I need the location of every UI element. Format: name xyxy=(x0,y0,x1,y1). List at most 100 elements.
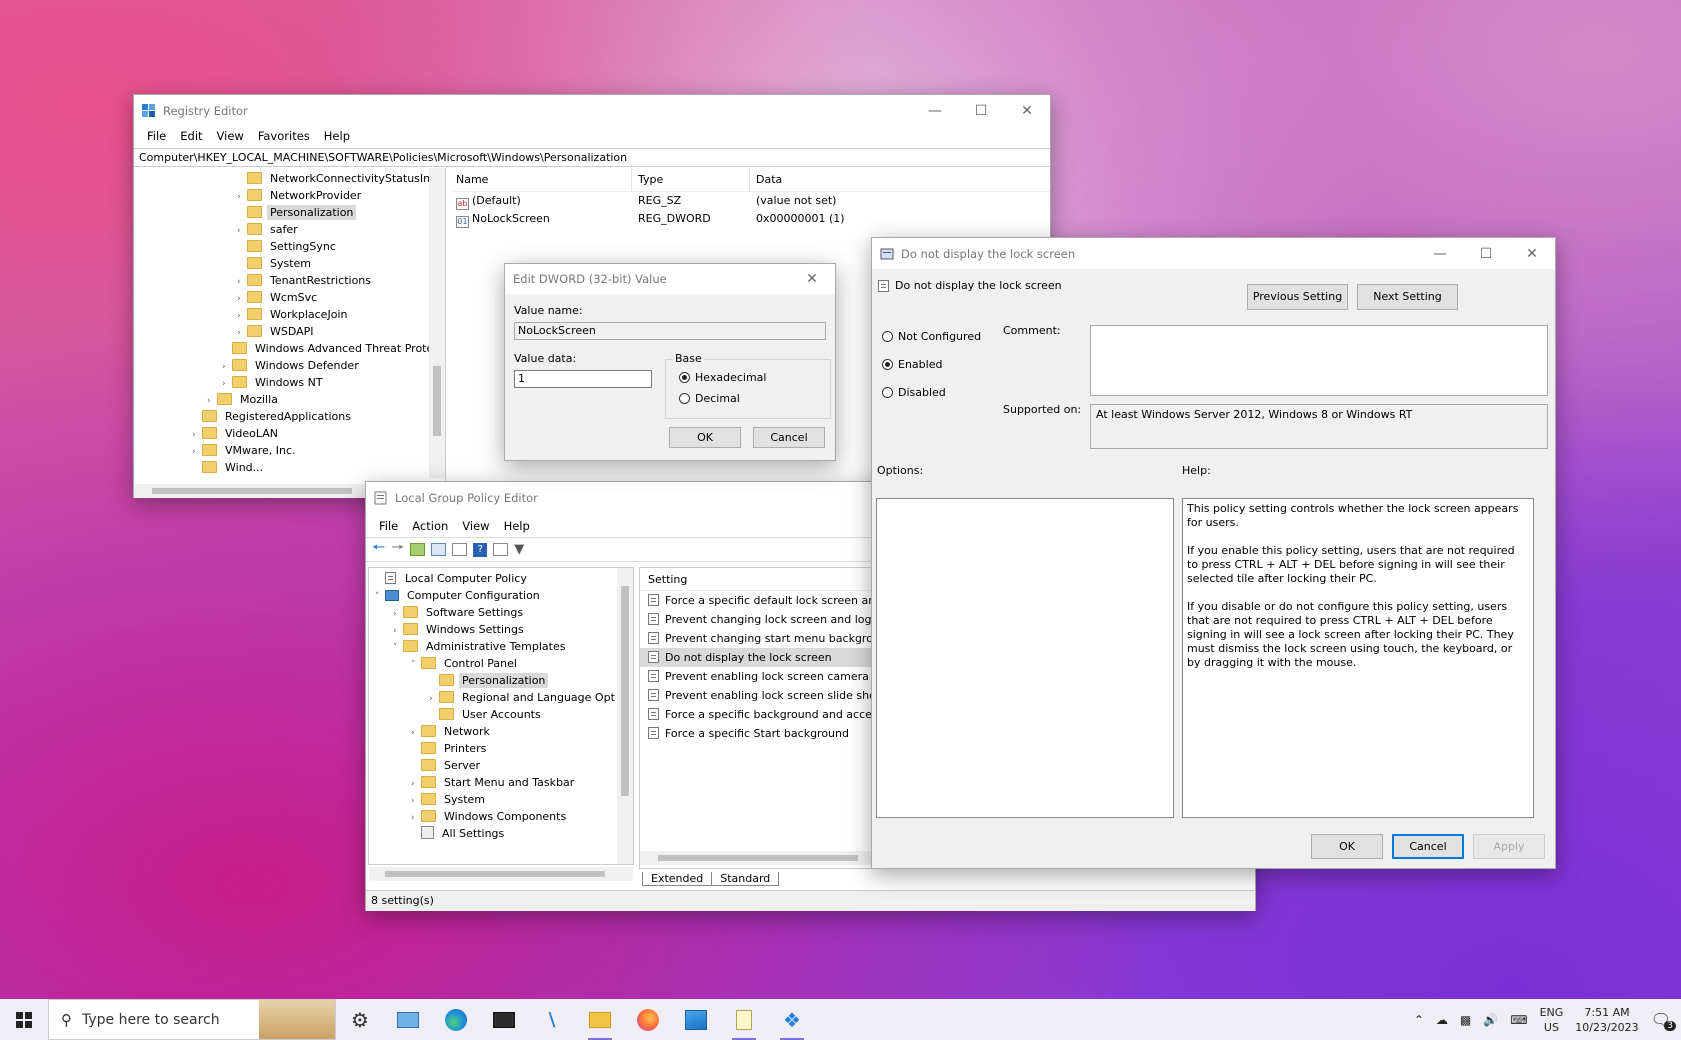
decimal-radio[interactable]: Decimal xyxy=(679,392,740,405)
column-name[interactable]: Name xyxy=(450,168,632,191)
volume-icon[interactable]: 🔊 xyxy=(1483,1013,1498,1027)
properties-icon[interactable] xyxy=(493,543,509,556)
policy-apply-button[interactable]: Apply xyxy=(1473,834,1545,859)
show-hide-tree-icon[interactable] xyxy=(431,543,447,556)
taskbar-vscode-icon[interactable]: ⧵ xyxy=(528,999,576,1040)
policy-tree-item[interactable]: ˅ Administrative Templates xyxy=(369,638,633,655)
enabled-dot[interactable] xyxy=(882,359,893,370)
menu-view[interactable]: View xyxy=(210,129,251,143)
registry-tree-vscroll[interactable] xyxy=(429,168,445,478)
policy-maximize-icon[interactable]: ☐ xyxy=(1463,246,1509,262)
registry-tree-item[interactable]: › Windows Defender xyxy=(134,357,445,374)
registry-tree-item[interactable]: › WorkplaceJoin xyxy=(134,306,445,323)
policy-tree-item[interactable]: Server xyxy=(369,757,633,774)
close-icon[interactable]: ✕ xyxy=(1004,103,1050,119)
taskbar-file-explorer-icon[interactable] xyxy=(576,999,624,1040)
value-name-field[interactable]: NoLockScreen xyxy=(514,322,826,340)
dword-close-icon[interactable]: ✕ xyxy=(789,271,835,287)
value-data-field[interactable]: 1 xyxy=(514,370,652,388)
clock[interactable]: 7:51 AM 10/23/2023 xyxy=(1575,1005,1638,1035)
hexadecimal-radio[interactable]: Hexadecimal xyxy=(679,371,766,384)
not-configured-radio[interactable]: Not Configured xyxy=(882,330,981,343)
registry-tree-item[interactable]: › Mozilla xyxy=(134,391,445,408)
expand-chevron-icon[interactable]: ˅ xyxy=(375,589,385,606)
taskbar-terminal-icon[interactable] xyxy=(480,999,528,1040)
policy-tree-item[interactable]: User Accounts xyxy=(369,706,633,723)
registry-address-bar[interactable]: Computer\HKEY_LOCAL_MACHINE\SOFTWARE\Pol… xyxy=(134,148,1050,167)
taskbar-photos-icon[interactable] xyxy=(672,999,720,1040)
back-icon[interactable]: 🠔 xyxy=(372,537,385,562)
minimize-icon[interactable]: — xyxy=(912,103,958,119)
taskbar-firefox-icon[interactable] xyxy=(624,999,672,1040)
policy-cancel-button[interactable]: Cancel xyxy=(1392,834,1464,859)
keyboard-icon[interactable]: ⌨ xyxy=(1510,1013,1527,1027)
column-type[interactable]: Type xyxy=(632,168,750,191)
filter-icon[interactable]: ▼ xyxy=(514,542,524,557)
registry-tree-item[interactable]: › NetworkProvider xyxy=(134,187,445,204)
comment-textbox[interactable] xyxy=(1090,325,1548,396)
registry-tree-item[interactable]: › WSDAPI xyxy=(134,323,445,340)
menu-view[interactable]: View xyxy=(455,519,496,533)
help-vscroll[interactable] xyxy=(1536,498,1550,818)
start-button[interactable] xyxy=(0,999,48,1040)
help-icon[interactable]: ? xyxy=(473,542,488,557)
menu-file[interactable]: File xyxy=(140,129,173,143)
taskbar-notepad-icon[interactable] xyxy=(720,999,768,1040)
taskbar-settings-icon[interactable]: ⚙ xyxy=(336,999,384,1040)
registry-tree-item[interactable]: › Windows NT xyxy=(134,374,445,391)
policy-tree-item[interactable]: ˅ Computer Configuration xyxy=(369,587,633,604)
taskbar-registry-editor-icon[interactable]: ❖ xyxy=(768,999,816,1040)
dword-ok-button[interactable]: OK xyxy=(669,427,741,448)
policy-tree-item[interactable]: Printers xyxy=(369,740,633,757)
expand-chevron-icon[interactable]: ˅ xyxy=(393,640,403,657)
registry-tree-item[interactable]: System xyxy=(134,255,445,272)
policy-tree-item[interactable]: › Windows Settings xyxy=(369,621,633,638)
taskbar-search-box[interactable]: ⚲ Type here to search xyxy=(48,999,336,1040)
policy-tree-item[interactable]: › Software Settings xyxy=(369,604,633,621)
tab-extended[interactable]: Extended xyxy=(642,872,713,886)
policy-tree-item[interactable]: All Settings xyxy=(369,825,633,842)
disabled-dot[interactable] xyxy=(882,387,893,398)
registry-tree-item[interactable]: Wind... xyxy=(134,459,445,476)
previous-setting-button[interactable]: Previous Setting xyxy=(1247,284,1348,310)
next-setting-button[interactable]: Next Setting xyxy=(1357,284,1458,310)
policy-ok-button[interactable]: OK xyxy=(1311,834,1383,859)
registry-tree-item[interactable]: › VMware, Inc. xyxy=(134,442,445,459)
disabled-radio[interactable]: Disabled xyxy=(882,386,946,399)
tab-standard[interactable]: Standard xyxy=(712,872,780,886)
registry-tree-item[interactable]: › safer xyxy=(134,221,445,238)
registry-value-row[interactable]: 01 NoLockScreen REG_DWORD 0x00000001 (1) xyxy=(450,210,1050,228)
registry-tree-item[interactable]: Personalization xyxy=(134,204,445,221)
export-list-icon[interactable] xyxy=(452,543,468,556)
gpedit-tree-hscroll[interactable] xyxy=(369,867,633,881)
menu-action[interactable]: Action xyxy=(405,519,455,533)
gpedit-tree-vscroll[interactable] xyxy=(617,568,633,864)
policy-tree-item[interactable]: › Regional and Language Opt xyxy=(369,689,633,706)
language-indicator[interactable]: ENG US xyxy=(1540,1005,1564,1035)
policy-tree-item[interactable]: › System xyxy=(369,791,633,808)
registry-tree-item[interactable]: › WcmSvc xyxy=(134,289,445,306)
menu-edit[interactable]: Edit xyxy=(173,129,209,143)
not-configured-dot[interactable] xyxy=(882,331,893,342)
policy-tree-item[interactable]: Local Computer Policy xyxy=(369,570,633,587)
policy-tree-item[interactable]: › Network xyxy=(369,723,633,740)
hexadecimal-radio-dot[interactable] xyxy=(679,372,690,383)
onedrive-cloud-icon[interactable]: ☁ xyxy=(1436,1013,1448,1027)
menu-help[interactable]: Help xyxy=(317,129,357,143)
registry-title-bar[interactable]: Registry Editor — ☐ ✕ xyxy=(134,95,1050,126)
policy-minimize-icon[interactable]: — xyxy=(1417,246,1463,262)
menu-help[interactable]: Help xyxy=(497,519,537,533)
policy-tree-item[interactable]: ˅ Control Panel xyxy=(369,655,633,672)
network-icon[interactable]: ▩ xyxy=(1460,1013,1471,1027)
registry-tree-item[interactable]: NetworkConnectivityStatusInc xyxy=(134,170,445,187)
registry-value-row[interactable]: ab (Default) REG_SZ (value not set) xyxy=(450,192,1050,210)
registry-tree-item[interactable]: SettingSync xyxy=(134,238,445,255)
expand-chevron-icon[interactable]: ˅ xyxy=(411,657,421,674)
policy-close-icon[interactable]: ✕ xyxy=(1509,246,1555,262)
forward-icon[interactable]: 🠖 xyxy=(391,537,404,562)
taskbar-edge-icon[interactable] xyxy=(432,999,480,1040)
taskbar-control-panel-icon[interactable] xyxy=(384,999,432,1040)
policy-tree-item[interactable]: Personalization xyxy=(369,672,633,689)
registry-tree-item[interactable]: Windows Advanced Threat Protec xyxy=(134,340,445,357)
dword-cancel-button[interactable]: Cancel xyxy=(753,427,825,448)
